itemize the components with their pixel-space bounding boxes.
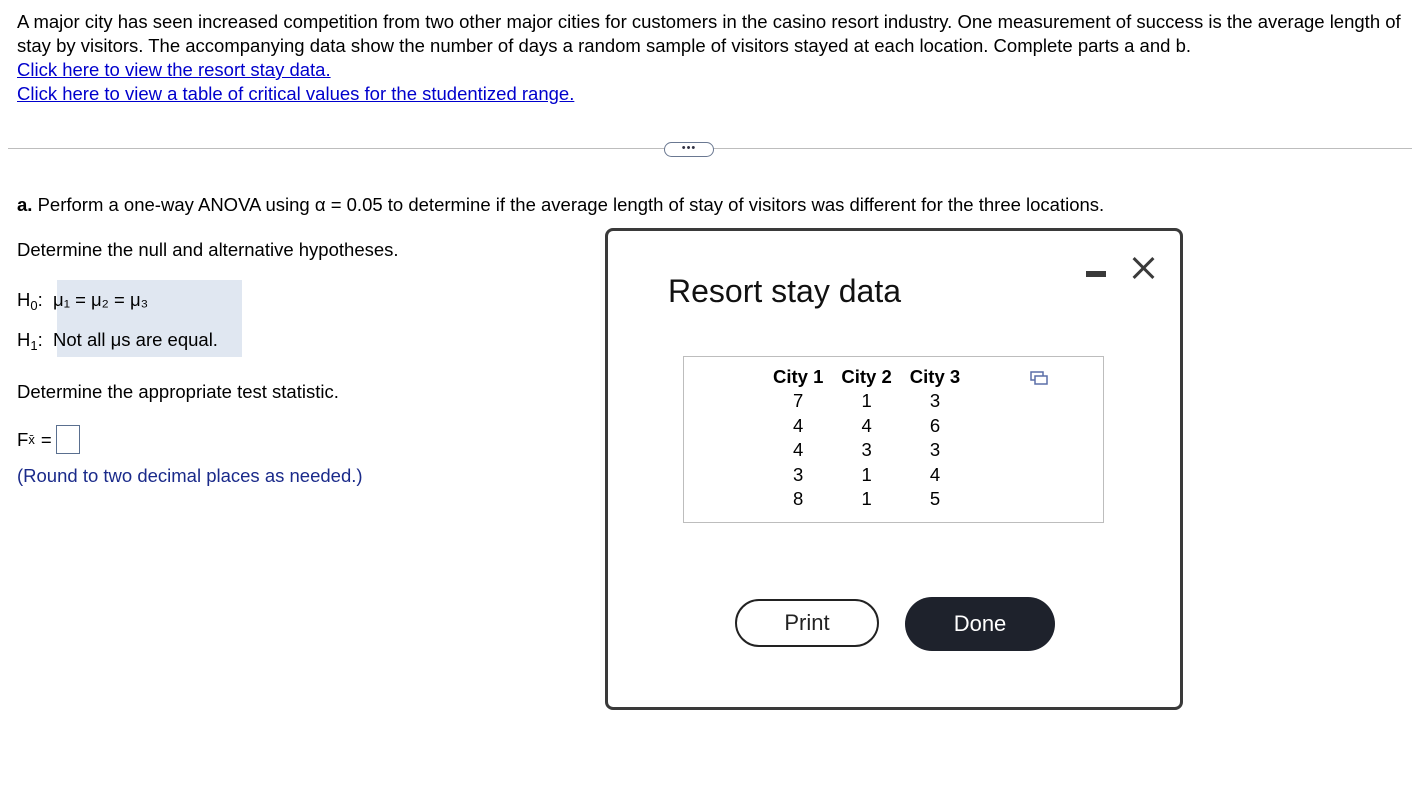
resort-data-dialog: Resort stay data City 1 City 2 City 3 7 … — [605, 228, 1183, 710]
problem-statement: A major city has seen increased competit… — [17, 10, 1407, 106]
table-cell: 1 — [861, 488, 872, 509]
h1-subscript: 1 — [30, 338, 38, 353]
table-cell: 3 — [861, 439, 872, 460]
table-cell: 4 — [793, 439, 804, 460]
table-cell: 3 — [929, 439, 941, 460]
header-city-2: City 2 — [841, 366, 892, 387]
dialog-title: Resort stay data — [668, 273, 901, 309]
h0-label: H — [17, 289, 31, 310]
table-row: 8 1 5 — [764, 487, 969, 512]
table-cell: 3 — [929, 390, 941, 411]
close-icon[interactable] — [1128, 253, 1158, 283]
part-a-label: a. — [17, 194, 33, 215]
f-statistic-row: Fx̄ = — [17, 425, 80, 454]
table-row: 4 3 3 — [764, 438, 969, 463]
table-cell: 4 — [793, 414, 804, 436]
table-cell: 3 — [793, 463, 804, 485]
part-a-text: Perform a one-way ANOVA using α = 0.05 t… — [37, 194, 1105, 215]
resort-stay-table: City 1 City 2 City 3 7 1 3 4 4 6 4 3 3 3… — [764, 365, 969, 512]
h0-subscript: 0 — [30, 298, 38, 313]
print-button[interactable]: Print — [735, 599, 879, 647]
resort-data-link[interactable]: Click here to view the resort stay data. — [17, 58, 331, 82]
f-label: F — [17, 428, 29, 450]
f-equals: = — [40, 428, 52, 450]
table-row: 7 1 3 — [764, 389, 969, 414]
header-city-1: City 1 — [773, 366, 824, 387]
alternative-hypothesis: H1: Not all μs are equal. — [17, 329, 218, 353]
hypotheses-answer: H0: μ₁ = μ₂ = μ₃ H1: Not all μs are equa… — [17, 280, 242, 357]
data-table-frame: City 1 City 2 City 3 7 1 3 4 4 6 4 3 3 3… — [683, 356, 1104, 523]
table-cell: 4 — [929, 463, 941, 485]
problem-intro: A major city has seen increased competit… — [17, 11, 1401, 56]
test-statistic-question: Determine the appropriate test statistic… — [17, 381, 339, 402]
table-cell: 6 — [929, 414, 941, 436]
table-cell: 5 — [929, 488, 941, 509]
null-hypothesis: H0: μ₁ = μ₂ = μ₃ — [17, 289, 149, 313]
table-cell: 4 — [861, 414, 872, 436]
h1-label: H — [17, 329, 31, 350]
header-city-3: City 3 — [909, 366, 961, 387]
h0-value: μ₁ = μ₂ = μ₃ — [53, 289, 149, 310]
critical-values-link[interactable]: Click here to view a table of critical v… — [17, 82, 574, 106]
done-button[interactable]: Done — [905, 597, 1055, 651]
table-header-row: City 1 City 2 City 3 — [764, 365, 969, 389]
table-cell: 1 — [861, 390, 872, 411]
f-subscript: x̄ — [28, 431, 35, 447]
h1-value: Not all μs are equal. — [53, 329, 218, 350]
copy-data-icon[interactable] — [1030, 371, 1048, 387]
expand-more-button[interactable]: ••• — [664, 142, 714, 157]
table-cell: 8 — [793, 488, 804, 509]
rounding-instruction: (Round to two decimal places as needed.) — [17, 465, 363, 486]
table-cell: 1 — [861, 463, 872, 485]
table-cell: 7 — [793, 390, 804, 411]
table-row: 4 4 6 — [764, 414, 969, 439]
f-statistic-input[interactable] — [55, 425, 80, 454]
page: A major city has seen increased competit… — [0, 0, 1418, 808]
minimize-icon[interactable] — [1084, 267, 1108, 279]
table-row: 3 1 4 — [764, 463, 969, 488]
part-a-prompt: a. Perform a one-way ANOVA using α = 0.0… — [17, 193, 1104, 217]
hypotheses-question: Determine the null and alternative hypot… — [17, 239, 399, 260]
